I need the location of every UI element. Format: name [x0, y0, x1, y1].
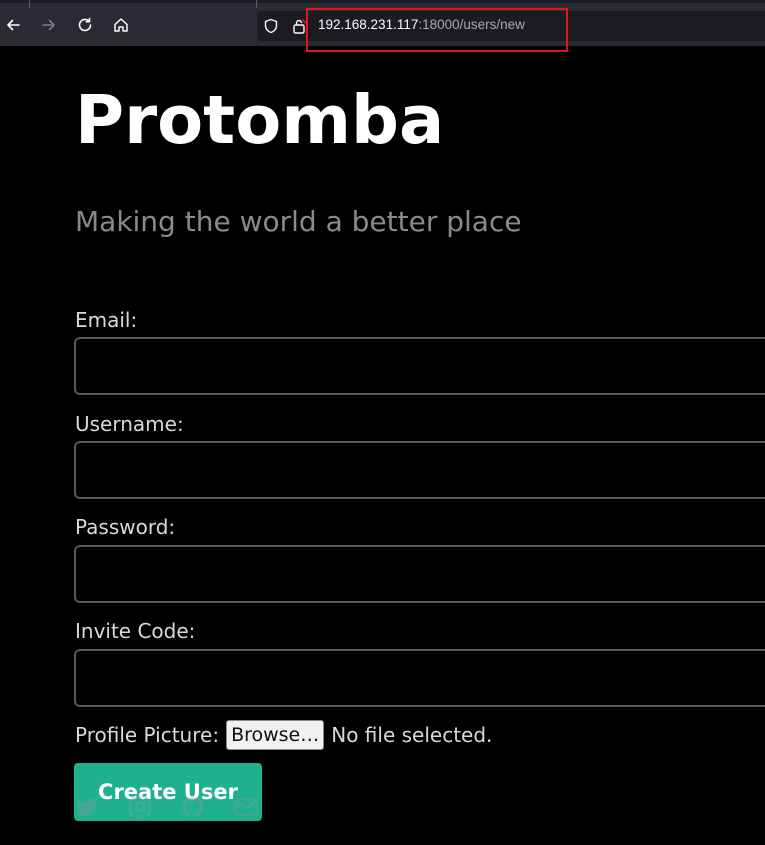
mail-icon	[234, 798, 258, 816]
site-title: Protomba	[75, 81, 445, 159]
invite-code-label: Invite Code:	[75, 619, 196, 643]
tab-strip-edge	[0, 0, 765, 3]
reload-icon	[78, 17, 92, 32]
tab-separator	[256, 0, 257, 8]
password-label: Password:	[75, 515, 176, 539]
tab-separator	[29, 0, 30, 8]
twitter-icon	[76, 798, 98, 816]
site-tagline: Making the world a better place	[75, 205, 522, 238]
forward-button[interactable]	[36, 12, 62, 38]
forward-arrow-icon	[42, 19, 55, 31]
mail-link[interactable]	[233, 794, 259, 820]
instagram-link[interactable]	[127, 794, 153, 820]
profile-picture-label: Profile Picture:	[75, 723, 220, 747]
email-field[interactable]	[74, 337, 765, 395]
username-label: Username:	[75, 412, 184, 436]
home-button[interactable]	[108, 12, 134, 38]
github-icon	[182, 796, 204, 818]
file-status-text: No file selected.	[331, 723, 493, 747]
browser-toolbar: 192.168.231.117:18000/users/new	[0, 0, 765, 52]
password-field[interactable]	[74, 545, 765, 603]
github-link[interactable]	[180, 794, 206, 820]
twitter-link[interactable]	[74, 794, 100, 820]
invite-code-field[interactable]	[74, 649, 765, 707]
username-field[interactable]	[74, 441, 765, 499]
url-highlight-annotation	[306, 8, 568, 52]
back-button[interactable]	[0, 12, 26, 38]
reload-button[interactable]	[72, 12, 98, 38]
email-label: Email:	[75, 308, 138, 332]
browse-button[interactable]: Browse…	[226, 720, 325, 750]
instagram-icon	[129, 796, 151, 818]
home-icon	[114, 18, 128, 32]
insecure-lock-icon[interactable]	[291, 18, 307, 34]
profile-picture-row: Profile Picture: Browse… No file selecte…	[75, 719, 492, 751]
back-arrow-icon	[7, 19, 20, 31]
shield-icon[interactable]	[263, 18, 279, 34]
